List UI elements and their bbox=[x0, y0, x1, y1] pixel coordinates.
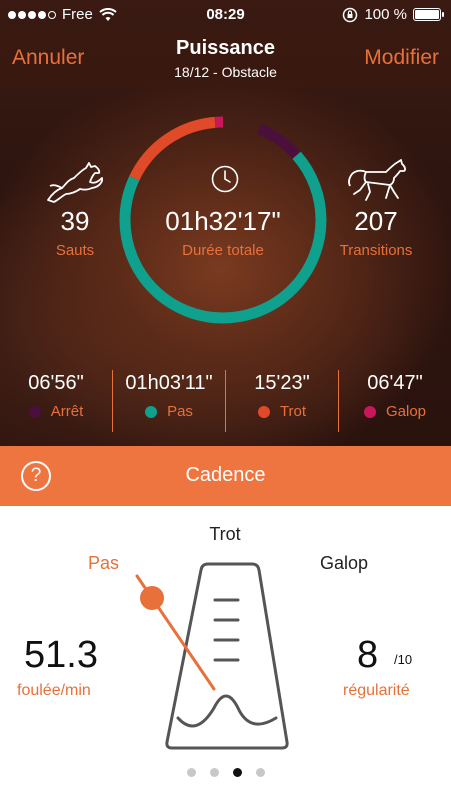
navigation-bar: Annuler Puissance 18/12 - Obstacle Modif… bbox=[0, 30, 451, 88]
trot-color-dot bbox=[257, 405, 270, 418]
pas-label: Pas bbox=[88, 553, 120, 573]
gait-name: Trot bbox=[279, 403, 307, 420]
edit-button[interactable]: Modifier bbox=[364, 46, 439, 70]
jumping-horse-icon bbox=[47, 162, 104, 203]
battery-icon bbox=[413, 8, 444, 21]
status-right: 100 % bbox=[342, 6, 444, 23]
page-dot[interactable] bbox=[232, 768, 242, 777]
galop-color-dot bbox=[363, 405, 376, 418]
gait-time: 15'23" bbox=[254, 372, 310, 394]
galop-label: Galop bbox=[320, 553, 369, 573]
battery-percent: 100 % bbox=[364, 6, 407, 23]
gait-time: 01h03'11" bbox=[125, 372, 213, 394]
cadence-rate-unit: foulée/min bbox=[17, 682, 91, 699]
page-dot[interactable] bbox=[255, 768, 265, 777]
page-dot[interactable] bbox=[209, 768, 219, 777]
gait-arret: 06'56" Arrêt bbox=[0, 370, 112, 432]
gait-name: Pas bbox=[167, 403, 193, 420]
cadence-header: ? Cadence bbox=[0, 446, 451, 506]
arret-color-dot bbox=[28, 405, 41, 418]
transitions-label: Transitions bbox=[339, 242, 413, 259]
cadence-rate-value: 51.3 bbox=[24, 634, 98, 676]
transitions-value: 207 bbox=[354, 206, 398, 236]
gait-time: 06'47" bbox=[367, 372, 423, 394]
session-summary-panel: Free 08:29 100 % Annuler Puissance 18/12… bbox=[0, 0, 451, 446]
regularity-max: /10 bbox=[394, 652, 413, 667]
trotting-horse-icon bbox=[348, 159, 406, 201]
gait-trot: 15'23" Trot bbox=[225, 370, 338, 432]
pas-color-dot bbox=[145, 405, 158, 418]
status-bar: Free 08:29 100 % bbox=[0, 0, 451, 30]
lock-rotation-icon bbox=[343, 7, 358, 22]
cadence-panel: Trot Pas Galop 51.3 foulée/min 8 /10 rég… bbox=[0, 506, 451, 800]
clock-icon bbox=[211, 165, 239, 193]
gait-name: Arrêt bbox=[50, 403, 84, 420]
total-duration-label: Durée totale bbox=[182, 242, 264, 259]
page-indicator[interactable] bbox=[0, 768, 451, 777]
metronome-icon bbox=[135, 562, 289, 750]
gait-galop: 06'47" Galop bbox=[338, 370, 451, 432]
regularity-value: 8 bbox=[357, 634, 379, 676]
gait-durations: 06'56" Arrêt 01h03'11" Pas 15'23" Trot 0… bbox=[0, 370, 451, 432]
page-dot[interactable] bbox=[186, 768, 196, 777]
regularity-label: régularité bbox=[343, 682, 410, 699]
gait-name: Galop bbox=[385, 403, 427, 420]
jumps-label: Sauts bbox=[55, 242, 95, 259]
cadence-title: Cadence bbox=[185, 464, 266, 486]
trot-label: Trot bbox=[209, 524, 241, 544]
gait-time: 06'56" bbox=[28, 372, 84, 394]
jumps-value: 39 bbox=[60, 206, 90, 236]
gait-pas: 01h03'11" Pas bbox=[112, 370, 225, 432]
total-duration-value: 01h32'17" bbox=[165, 206, 281, 236]
